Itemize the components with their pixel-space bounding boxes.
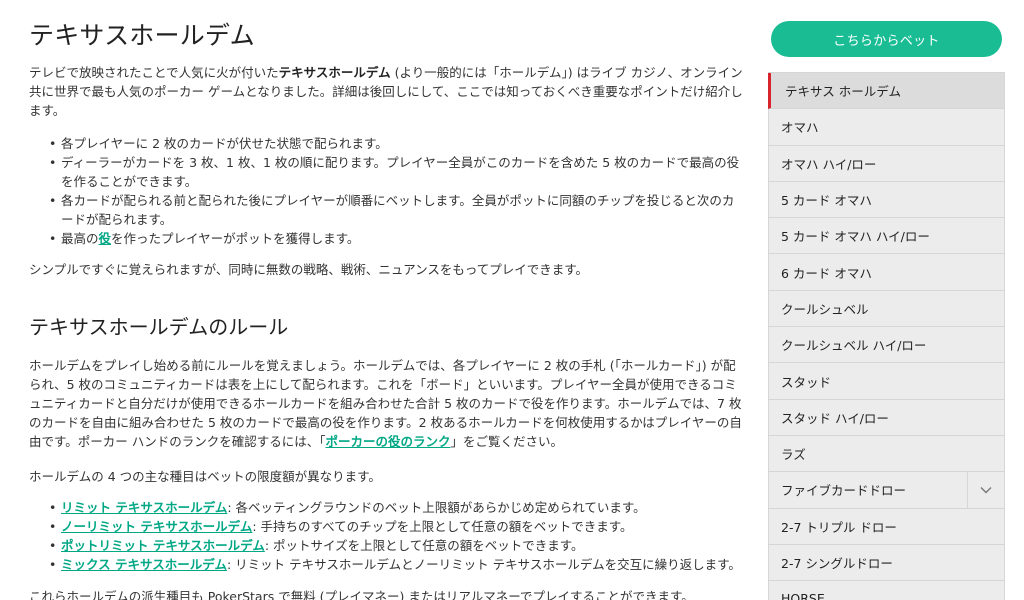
sidebar-item-razz[interactable]: ラズ — [768, 435, 1005, 473]
sidebar-item-2-7-triple-draw[interactable]: 2-7 トリプル ドロー — [768, 508, 1005, 545]
summary-paragraph: シンプルですぐに覚えられますが、同時に無数の戦略、戦術、ニュアンスをもってプレイ… — [29, 262, 589, 277]
intro-text-strong: テキサスホールデム — [278, 65, 391, 80]
list-item: 各カードが配られる前と配られた後にプレイヤーが順番にベットします。全員がポットに… — [49, 191, 745, 229]
rules-text-post: 」をご覧ください。 — [450, 434, 564, 449]
intro-paragraph: テレビで放映されたことで人気に火が付いたテキサスホールデム (より一般的には「ホ… — [29, 63, 745, 120]
list-item: リミット テキサスホールデム: 各ベッティングラウンドのベット上限額があらかじめ… — [49, 498, 745, 517]
variant-description: : ポットサイズを上限として任意の額をベットできます。 — [264, 538, 584, 553]
sidebar-item-5-card-omaha[interactable]: 5 カード オマハ — [768, 181, 1005, 219]
intro-text-pre: テレビで放映されたことで人気に火が付いた — [29, 65, 279, 80]
sidebar-item-horse[interactable]: HORSE — [768, 581, 1005, 600]
key-points-list: 各プレイヤーに 2 枚のカードが伏せた状態で配られます。 ディーラーがカードを … — [29, 134, 745, 248]
list-item: ミックス テキサスホールデム: リミット テキサスホールデムとノーリミット テキ… — [49, 555, 745, 574]
list-item: 各プレイヤーに 2 枚のカードが伏せた状態で配られます。 — [49, 134, 745, 153]
sidebar-item-label: ファイブカードドロー — [781, 483, 907, 499]
sidebar-item-6-card-omaha[interactable]: 6 カード オマハ — [768, 254, 1005, 291]
list-item: ディーラーがカードを 3 枚、1 枚、1 枚の順に配ります。プレイヤー全員がこの… — [49, 153, 745, 191]
sidebar-item-five-card-draw[interactable]: ファイブカードドロー — [768, 472, 1005, 509]
bet-here-button[interactable]: こちらからベット — [771, 21, 1002, 57]
rules-paragraph: ホールデムをプレイし始める前にルールを覚えましょう。ホールデムでは、各プレイヤー… — [29, 356, 745, 451]
sidebar-item-courchevel-hi-lo[interactable]: クールシュベル ハイ/ロー — [768, 327, 1005, 364]
variants-list: リミット テキサスホールデム: 各ベッティングラウンドのベット上限額があらかじめ… — [29, 498, 745, 574]
sidebar-item-texas-holdem[interactable]: テキサス ホールデム — [768, 73, 1005, 110]
hand-rankings-link[interactable]: ポーカーの役のランク — [325, 434, 450, 449]
list-item-text: 最高の — [61, 231, 99, 246]
sidebar-item-stud-hi-lo[interactable]: スタッド ハイ/ロー — [768, 399, 1005, 436]
sidebar-item-omaha[interactable]: オマハ — [768, 109, 1005, 146]
bottom-paragraph: これらホールデムの派生種目も PokerStars で無料 (プレイマネー) ま… — [29, 589, 694, 600]
sidebar-item-stud[interactable]: スタッド — [768, 363, 1005, 400]
rules-heading: テキサスホールデムのルール — [29, 315, 289, 339]
pot-limit-holdem-link[interactable]: ポットリミット テキサスホールデム — [61, 538, 265, 553]
variant-description: : 各ベッティングラウンドのベット上限額があらかじめ定められています。 — [227, 500, 646, 515]
game-menu: テキサス ホールデム オマハ オマハ ハイ/ロー 5 カード オマハ 5 カード… — [768, 72, 1005, 600]
variants-intro: ホールデムの 4 つの主な種目はベットの限度額が異なります。 — [29, 469, 381, 484]
mixed-holdem-link[interactable]: ミックス テキサスホールデム — [61, 557, 227, 572]
hand-link[interactable]: 役 — [99, 231, 112, 246]
limit-holdem-link[interactable]: リミット テキサスホールデム — [61, 500, 227, 515]
main-content: テキサスホールデム テレビで放映されたことで人気に火が付いたテキサスホールデム … — [29, 0, 745, 600]
list-item: 最高の役を作ったプレイヤーがポットを獲得します。 — [49, 229, 745, 248]
sidebar-item-omaha-hi-lo[interactable]: オマハ ハイ/ロー — [768, 145, 1005, 182]
no-limit-holdem-link[interactable]: ノーリミット テキサスホールデム — [61, 519, 252, 534]
list-item-text: を作ったプレイヤーがポットを獲得します。 — [111, 231, 360, 246]
page-title: テキサスホールデム — [29, 21, 255, 50]
variant-description: : リミット テキサスホールデムとノーリミット テキサスホールデムを交互に繰り返… — [226, 557, 741, 572]
sidebar-item-2-7-single-draw[interactable]: 2-7 シングルドロー — [768, 544, 1005, 582]
variant-description: : 手持ちのすべてのチップを上限として任意の額をベットできます。 — [252, 519, 633, 534]
chevron-down-icon[interactable] — [967, 472, 1004, 508]
sidebar-item-5-card-omaha-hi-lo[interactable]: 5 カード オマハ ハイ/ロー — [768, 218, 1005, 255]
list-item: ノーリミット テキサスホールデム: 手持ちのすべてのチップを上限として任意の額を… — [49, 517, 745, 536]
sidebar-item-courchevel[interactable]: クールシュベル — [768, 290, 1005, 328]
list-item: ポットリミット テキサスホールデム: ポットサイズを上限として任意の額をベットで… — [49, 536, 745, 555]
